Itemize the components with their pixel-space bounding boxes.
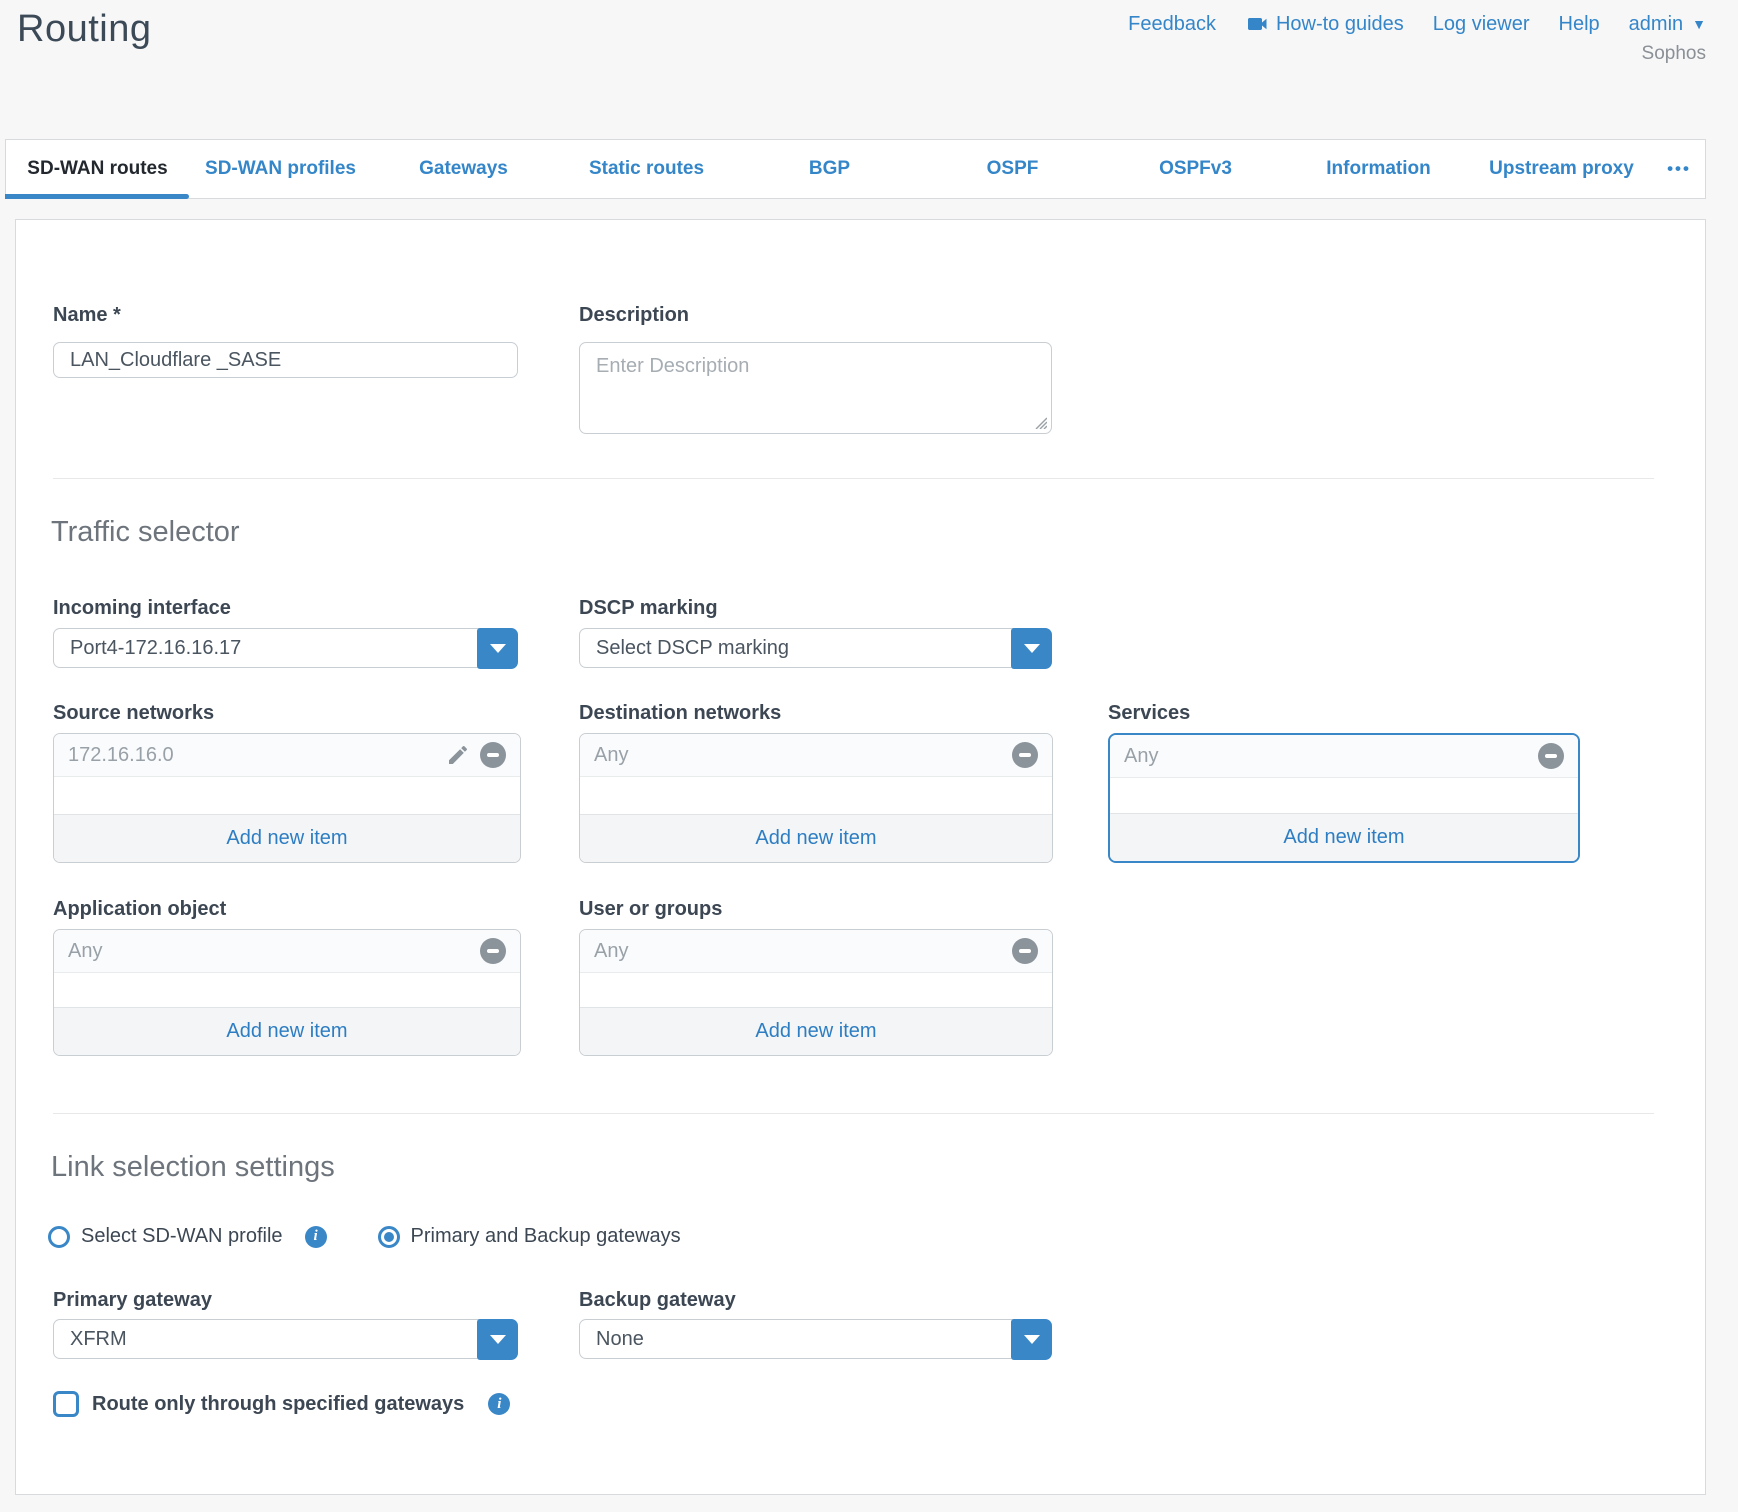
remove-minus-icon[interactable] bbox=[1538, 743, 1564, 769]
tab-bar: SD-WAN routes SD-WAN profiles Gateways S… bbox=[5, 139, 1706, 199]
application-object-box: Any Add new item bbox=[53, 929, 521, 1056]
incoming-interface-select[interactable]: Port4-172.16.16.17 bbox=[53, 628, 518, 668]
destination-networks-box: Any Add new item bbox=[579, 733, 1053, 863]
feedback-link[interactable]: Feedback bbox=[1128, 13, 1216, 36]
list-item: Any bbox=[1110, 735, 1578, 778]
routing-page: Routing Feedback How-to guides Log viewe… bbox=[0, 0, 1738, 1512]
section-divider bbox=[53, 1113, 1654, 1114]
section-divider bbox=[53, 478, 1654, 479]
remove-minus-icon[interactable] bbox=[480, 742, 506, 768]
help-link[interactable]: Help bbox=[1559, 13, 1600, 36]
top-navigation: Feedback How-to guides Log viewer Help a… bbox=[1128, 12, 1706, 65]
info-icon[interactable] bbox=[488, 1393, 510, 1415]
list-item: Any bbox=[580, 734, 1052, 777]
add-new-item-button[interactable]: Add new item bbox=[54, 814, 520, 862]
primary-gateway-select[interactable]: XFRM bbox=[53, 1319, 518, 1359]
remove-minus-icon[interactable] bbox=[480, 938, 506, 964]
tab-bgp[interactable]: BGP bbox=[738, 140, 921, 198]
name-label: Name * bbox=[53, 304, 121, 327]
link-selection-radio-group: Select SD-WAN profile Primary and Backup… bbox=[48, 1225, 681, 1248]
primary-gateway-label: Primary gateway bbox=[53, 1289, 212, 1312]
page-title: Routing bbox=[17, 8, 151, 51]
dscp-marking-label: DSCP marking bbox=[579, 597, 718, 620]
remove-minus-icon[interactable] bbox=[1012, 742, 1038, 768]
tab-sd-wan-routes[interactable]: SD-WAN routes bbox=[6, 140, 189, 198]
howto-guides-link[interactable]: How-to guides bbox=[1245, 12, 1404, 36]
list-item: Any bbox=[54, 930, 520, 973]
description-label: Description bbox=[579, 304, 689, 327]
log-viewer-link[interactable]: Log viewer bbox=[1433, 13, 1530, 36]
itembox-empty-area bbox=[54, 777, 520, 814]
remove-minus-icon[interactable] bbox=[1012, 938, 1038, 964]
dscp-marking-select[interactable]: Select DSCP marking bbox=[579, 628, 1052, 668]
backup-gateway-label: Backup gateway bbox=[579, 1289, 736, 1312]
source-networks-box: 172.16.16.0 Add new item bbox=[53, 733, 521, 863]
itembox-empty-area bbox=[580, 973, 1052, 1007]
radio-label: Select SD-WAN profile bbox=[81, 1225, 283, 1248]
itembox-empty-area bbox=[580, 777, 1052, 814]
admin-menu[interactable]: admin▼ bbox=[1629, 13, 1706, 36]
services-box: Any Add new item bbox=[1108, 733, 1580, 863]
user-or-groups-label: User or groups bbox=[579, 898, 722, 921]
link-selection-heading: Link selection settings bbox=[51, 1151, 335, 1184]
dscp-marking-value: Select DSCP marking bbox=[596, 637, 789, 660]
list-item: 172.16.16.0 bbox=[54, 734, 520, 777]
destination-networks-label: Destination networks bbox=[579, 702, 781, 725]
tab-upstream-proxy[interactable]: Upstream proxy bbox=[1470, 140, 1653, 198]
itembox-empty-area bbox=[1110, 778, 1578, 813]
application-object-label: Application object bbox=[53, 898, 226, 921]
description-textarea[interactable] bbox=[579, 342, 1052, 434]
backup-gateway-select[interactable]: None bbox=[579, 1319, 1052, 1359]
add-new-item-button[interactable]: Add new item bbox=[54, 1007, 520, 1055]
chevron-down-icon[interactable] bbox=[477, 1319, 518, 1360]
chevron-down-icon[interactable] bbox=[477, 628, 518, 669]
tab-sd-wan-profiles[interactable]: SD-WAN profiles bbox=[189, 140, 372, 198]
info-icon[interactable] bbox=[305, 1226, 327, 1248]
incoming-interface-value: Port4-172.16.16.17 bbox=[70, 637, 241, 660]
edit-pencil-icon[interactable] bbox=[446, 743, 470, 767]
source-networks-label: Source networks bbox=[53, 702, 214, 725]
route-only-row: Route only through specified gateways bbox=[53, 1391, 510, 1417]
radio-select-sdwan-profile[interactable] bbox=[48, 1226, 70, 1248]
traffic-selector-heading: Traffic selector bbox=[51, 516, 240, 549]
backup-gateway-value: None bbox=[596, 1328, 644, 1351]
incoming-interface-label: Incoming interface bbox=[53, 597, 231, 620]
content-panel: Name * Description Traffic selector Inco… bbox=[15, 219, 1706, 1495]
chevron-down-icon: ▼ bbox=[1692, 16, 1706, 32]
tab-information[interactable]: Information bbox=[1287, 140, 1470, 198]
tab-gateways[interactable]: Gateways bbox=[372, 140, 555, 198]
radio-primary-backup-gateways[interactable] bbox=[378, 1226, 400, 1248]
tab-ospf[interactable]: OSPF bbox=[921, 140, 1104, 198]
tab-static-routes[interactable]: Static routes bbox=[555, 140, 738, 198]
video-camera-icon bbox=[1245, 12, 1269, 36]
add-new-item-button[interactable]: Add new item bbox=[580, 1007, 1052, 1055]
itembox-empty-area bbox=[54, 973, 520, 1007]
description-field bbox=[579, 342, 1052, 434]
add-new-item-button[interactable]: Add new item bbox=[580, 814, 1052, 862]
add-new-item-button[interactable]: Add new item bbox=[1110, 813, 1578, 861]
chevron-down-icon[interactable] bbox=[1011, 628, 1052, 669]
name-input[interactable] bbox=[53, 342, 518, 378]
user-or-groups-box: Any Add new item bbox=[579, 929, 1053, 1056]
radio-label: Primary and Backup gateways bbox=[411, 1225, 681, 1248]
primary-gateway-value: XFRM bbox=[70, 1328, 127, 1351]
route-only-label: Route only through specified gateways bbox=[92, 1393, 464, 1416]
services-label: Services bbox=[1108, 702, 1190, 725]
list-item: Any bbox=[580, 930, 1052, 973]
brand-label: Sophos bbox=[1642, 43, 1706, 65]
chevron-down-icon[interactable] bbox=[1011, 1319, 1052, 1360]
route-only-checkbox[interactable] bbox=[53, 1391, 79, 1417]
tab-overflow-menu[interactable]: ••• bbox=[1653, 140, 1705, 198]
tab-ospfv3[interactable]: OSPFv3 bbox=[1104, 140, 1287, 198]
